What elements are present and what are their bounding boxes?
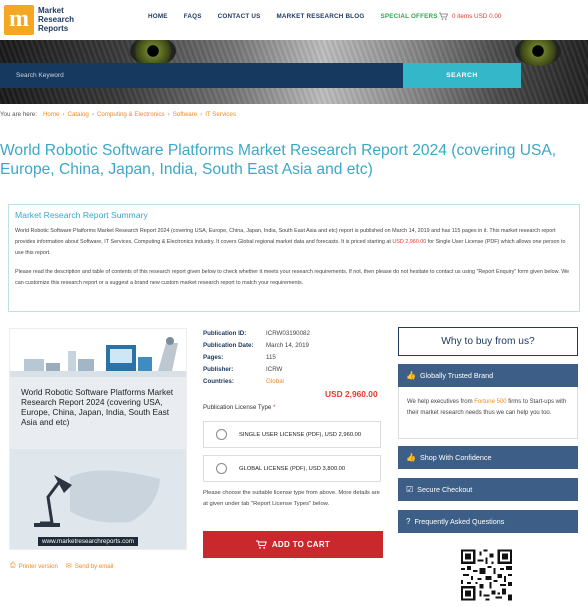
breadcrumb-software[interactable]: Software: [173, 111, 197, 118]
breadcrumb-separator: ›: [62, 111, 65, 118]
search-button[interactable]: SEARCH: [403, 63, 521, 88]
license-type-label: Publication License Type *: [203, 404, 276, 411]
cover-top: [10, 329, 186, 377]
printer-icon: ⎙: [10, 562, 16, 569]
thumbs-up-icon: 👍: [406, 371, 416, 380]
nav-market-research-blog[interactable]: MARKET RESEARCH BLOG: [276, 13, 364, 20]
meta-label: Pages:: [203, 354, 224, 361]
cart-icon: [255, 540, 267, 549]
report-summary: Market Research Report Summary World Rob…: [8, 204, 580, 312]
add-to-cart-label: ADD TO CART: [271, 540, 331, 549]
nav-faqs[interactable]: FAQS: [184, 13, 202, 20]
nav-home[interactable]: HOME: [148, 13, 168, 20]
countries[interactable]: Global: [266, 376, 284, 388]
send-by-email-link[interactable]: ✉ Send by email: [65, 562, 114, 571]
secure-checkout-label: Secure Checkout: [417, 485, 473, 494]
logo-line-3: Reports: [38, 24, 69, 33]
radio-button[interactable]: [216, 463, 227, 474]
industry-illustration-icon: [10, 337, 186, 377]
summary-heading: Market Research Report Summary: [15, 210, 148, 220]
meta-label: Countries:: [203, 378, 234, 385]
license-option-label: SINGLE USER LICENSE (PDF), USD 2,960.00: [239, 431, 362, 438]
faq-label: Frequently Asked Questions: [414, 517, 505, 526]
cart-icon: [439, 12, 448, 20]
license-option-label: GLOBAL LICENSE (PDF), USD 3,800.00: [239, 465, 346, 472]
main-nav: HOME FAQS CONTACT US MARKET RESEARCH BLO…: [148, 13, 454, 20]
summary-paragraph-1: World Robotic Software Platforms Market …: [15, 226, 575, 259]
site-logo[interactable]: m Market Research Reports: [4, 3, 79, 36]
publisher: ICRW: [266, 366, 283, 373]
add-to-cart-button[interactable]: ADD TO CART: [203, 531, 383, 558]
nav-contact-us[interactable]: CONTACT US: [218, 13, 261, 20]
question-icon: ?: [406, 517, 411, 526]
meta-row: Publisher: ICRW: [203, 364, 310, 376]
secure-checkout-heading[interactable]: ☑ Secure Checkout: [398, 478, 578, 501]
breadcrumb-label: You are here:: [0, 111, 37, 118]
shop-confidence-label: Shop With Confidence: [419, 453, 492, 462]
license-option-single-user[interactable]: SINGLE USER LICENSE (PDF), USD 2,960.00: [203, 421, 381, 448]
search-input[interactable]: Search Keyword: [0, 63, 403, 88]
printer-version-link[interactable]: ⎙ Printer version: [10, 562, 58, 570]
meta-row: Publication ID: ICRW03190082: [203, 328, 310, 340]
globally-trusted-text: We help executives from Fortune 500 firm…: [398, 387, 578, 439]
license-note: Please choose the suitable license type …: [203, 490, 380, 507]
summary-paragraph-2: Please read the description and table of…: [15, 269, 570, 286]
publication-date: March 14, 2019: [266, 342, 309, 349]
cart-text: 0 items USD 0.00: [452, 12, 502, 20]
faq-heading[interactable]: ? Frequently Asked Questions: [398, 510, 578, 533]
send-by-email-label: Send by email: [74, 562, 114, 570]
breadcrumb-separator: ›: [91, 111, 94, 118]
utility-links: ⎙ Printer version ✉ Send by email: [10, 562, 121, 570]
logo-line-2: Research: [38, 15, 75, 24]
breadcrumb-computing[interactable]: Computing & Electronics: [97, 111, 165, 118]
logo-line-1: Market: [38, 6, 64, 15]
meta-row: Countries: Global: [203, 376, 310, 388]
breadcrumb: You are here: Home › Catalog › Computing…: [0, 111, 236, 118]
report-price: USD 2,960.00: [325, 389, 378, 399]
breadcrumb-separator: ›: [167, 111, 170, 118]
nav-special-offers[interactable]: SPECIAL OFFERS: [380, 13, 437, 20]
meta-label: Publication Date:: [203, 342, 254, 349]
globally-trusted-label: Globally Trusted Brand: [419, 371, 494, 380]
checkbox-icon: ☑: [406, 485, 414, 494]
trusted-text: We help executives from: [407, 399, 475, 405]
breadcrumb-separator: ›: [200, 111, 203, 118]
logo-mark: m: [4, 4, 34, 35]
report-metadata: Publication ID: ICRW03190082 Publication …: [203, 328, 310, 388]
license-option-global[interactable]: GLOBAL LICENSE (PDF), USD 3,800.00: [203, 455, 381, 482]
lamp-illustration-icon: [34, 470, 160, 527]
site-header: m Market Research Reports HOME FAQS CONT…: [0, 0, 588, 40]
license-type-text: Publication License Type: [203, 404, 272, 411]
radio-button[interactable]: [216, 429, 227, 440]
breadcrumb-catalog[interactable]: Catalog: [68, 111, 89, 118]
why-buy-heading: Why to buy from us?: [398, 327, 578, 356]
email-icon: ✉: [65, 563, 72, 570]
logo-text: Market Research Reports: [38, 6, 74, 33]
pages-count: 115: [266, 354, 276, 361]
shop-with-confidence-heading[interactable]: 👍 Shop With Confidence: [398, 446, 578, 469]
qr-code-icon: [461, 549, 512, 601]
page-title: World Robotic Software Platforms Market …: [0, 142, 557, 178]
meta-row: Publication Date: March 14, 2019: [203, 340, 310, 352]
summary-price: USD 2,960.00: [392, 239, 427, 245]
cover-url: www.marketresearchreports.com: [38, 537, 139, 546]
printer-version-label: Printer version: [18, 562, 58, 570]
breadcrumb-it-services[interactable]: IT Services: [205, 111, 236, 118]
breadcrumb-home[interactable]: Home: [43, 111, 60, 118]
meta-row: Pages: 115: [203, 352, 310, 364]
required-mark: *: [273, 404, 276, 411]
globally-trusted-brand-heading[interactable]: 👍 Globally Trusted Brand: [398, 364, 578, 387]
meta-label: Publication ID:: [203, 330, 247, 337]
report-cover-image: World Robotic Software Platforms Market …: [9, 328, 187, 550]
thumbs-up-icon: 👍: [406, 453, 416, 462]
cover-title: World Robotic Software Platforms Market …: [21, 387, 174, 427]
publication-id: ICRW03190082: [266, 330, 310, 337]
meta-label: Publisher:: [203, 366, 234, 373]
fortune-500-highlight: Fortune 500: [474, 399, 507, 405]
logo-letter: m: [9, 5, 29, 32]
cart-summary[interactable]: 0 items USD 0.00: [439, 12, 501, 20]
